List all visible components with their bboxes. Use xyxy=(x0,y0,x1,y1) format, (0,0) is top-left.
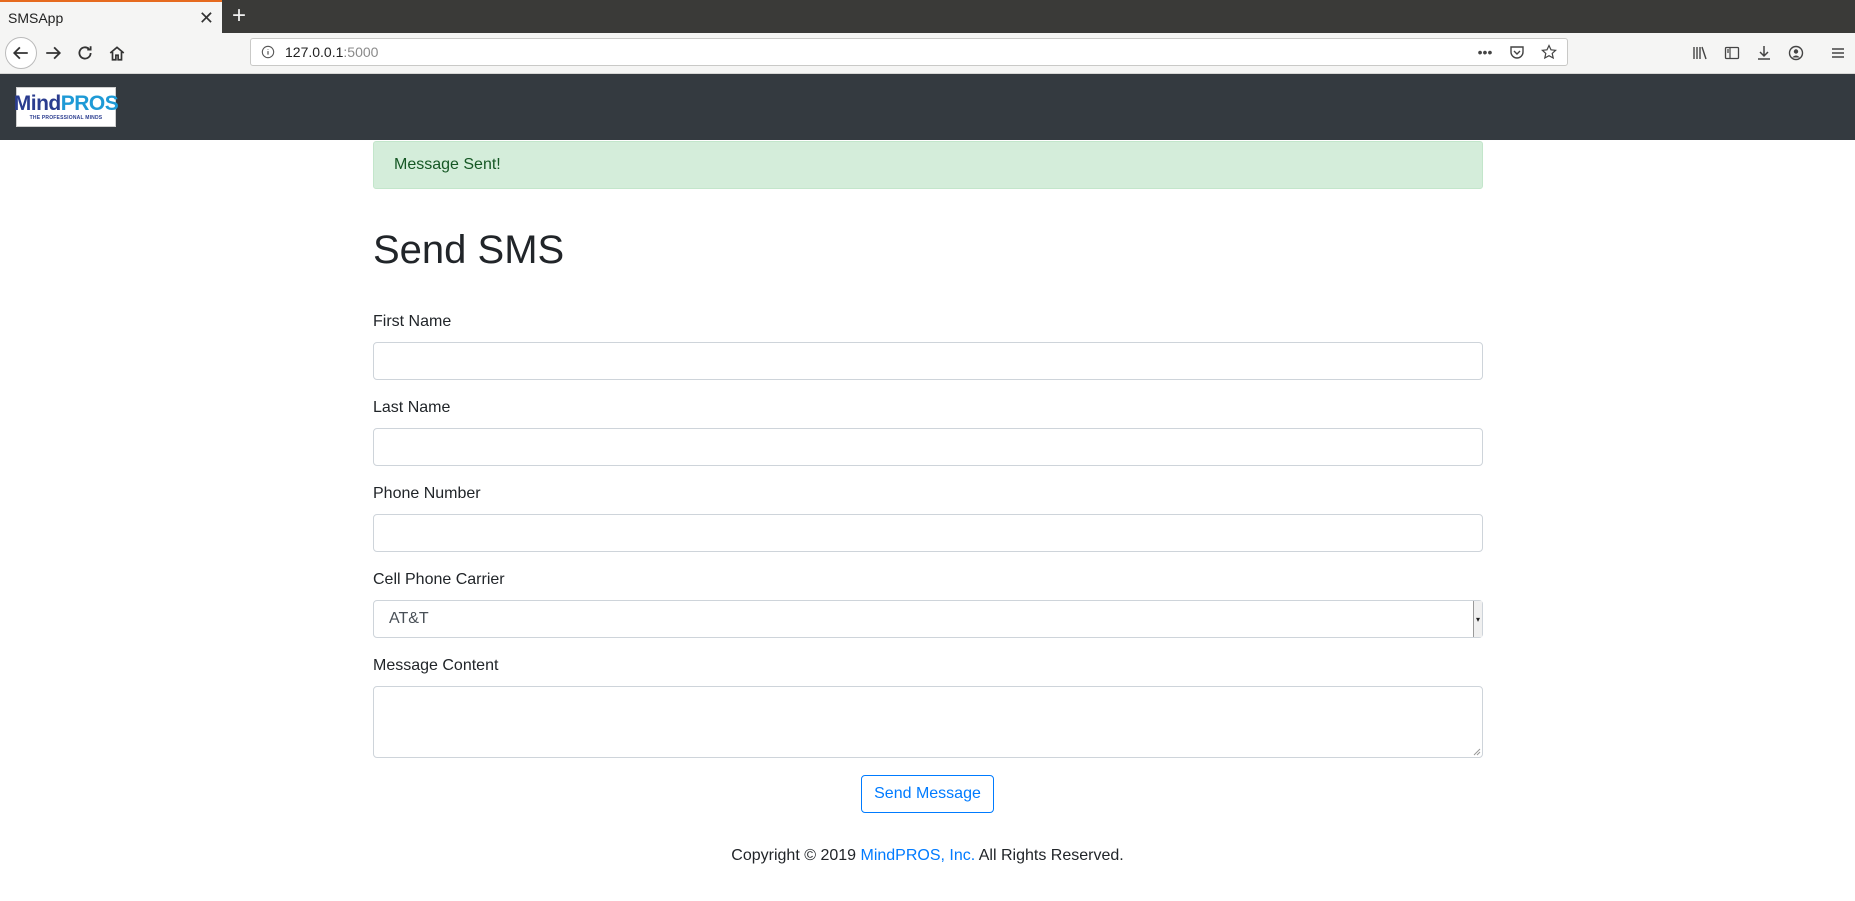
message-content-label: Message Content xyxy=(373,657,499,674)
footer: Copyright © 2019 MindPROS, Inc. All Righ… xyxy=(0,847,1855,865)
carrier-selected-value: AT&T xyxy=(389,610,429,627)
last-name-field[interactable] xyxy=(373,428,1483,466)
logo-tagline: THE PROFESSIONAL MINDS xyxy=(29,115,103,121)
carrier-label: Cell Phone Carrier xyxy=(373,571,505,588)
info-icon[interactable] xyxy=(261,45,275,59)
url-host: 127.0.0.1 xyxy=(285,44,344,60)
first-name-label: First Name xyxy=(373,313,452,330)
browser-toolbar: 127.0.0.1 :5000 ••• xyxy=(0,33,1855,74)
message-content-field[interactable] xyxy=(373,686,1483,758)
browser-tab-bar: SMSApp ✕ + xyxy=(0,0,1855,33)
phone-number-label: Phone Number xyxy=(373,485,481,502)
hamburger-menu-icon[interactable] xyxy=(1827,39,1849,67)
browser-tab[interactable]: SMSApp ✕ xyxy=(0,0,222,33)
pocket-icon[interactable] xyxy=(1507,42,1527,62)
chevron-down-icon[interactable]: ▾ xyxy=(1473,601,1482,637)
logo-pros-text: PROS xyxy=(60,92,119,115)
url-bar[interactable]: 127.0.0.1 :5000 ••• xyxy=(250,38,1568,66)
send-message-button[interactable]: Send Message xyxy=(861,775,994,813)
logo-wordmark: MindPROS xyxy=(14,93,119,115)
bookmark-star-icon[interactable] xyxy=(1539,42,1559,62)
resize-grip-icon[interactable] xyxy=(1473,748,1481,756)
last-name-label: Last Name xyxy=(373,399,451,416)
forward-arrow-icon[interactable] xyxy=(39,39,67,67)
logo-mind-text: Mind xyxy=(13,92,61,115)
phone-number-field[interactable] xyxy=(373,514,1483,552)
tab-title: SMSApp xyxy=(8,9,64,26)
home-icon[interactable] xyxy=(103,39,131,67)
more-actions-icon[interactable]: ••• xyxy=(1475,42,1495,62)
brand-logo[interactable]: MindPROS THE PROFESSIONAL MINDS xyxy=(14,87,119,127)
new-tab-icon[interactable]: + xyxy=(232,3,246,29)
first-name-field[interactable] xyxy=(373,342,1483,380)
site-header: MindPROS THE PROFESSIONAL MINDS xyxy=(0,74,1855,140)
url-port: :5000 xyxy=(343,44,379,60)
carrier-select[interactable]: AT&T ▾ xyxy=(373,600,1483,638)
footer-prefix: Copyright © 2019 xyxy=(731,847,861,864)
footer-suffix: All Rights Reserved. xyxy=(975,847,1124,864)
success-alert: Message Sent! xyxy=(373,141,1483,189)
reload-icon[interactable] xyxy=(71,39,99,67)
account-icon[interactable] xyxy=(1785,39,1807,67)
page-title: Send SMS xyxy=(373,228,565,272)
download-icon[interactable] xyxy=(1753,39,1775,67)
sidebar-icon[interactable] xyxy=(1721,39,1743,67)
back-arrow-icon[interactable] xyxy=(5,37,37,69)
footer-company-link[interactable]: MindPROS, Inc. xyxy=(860,847,975,864)
library-icon[interactable] xyxy=(1689,39,1711,67)
close-tab-icon[interactable]: ✕ xyxy=(199,9,214,27)
